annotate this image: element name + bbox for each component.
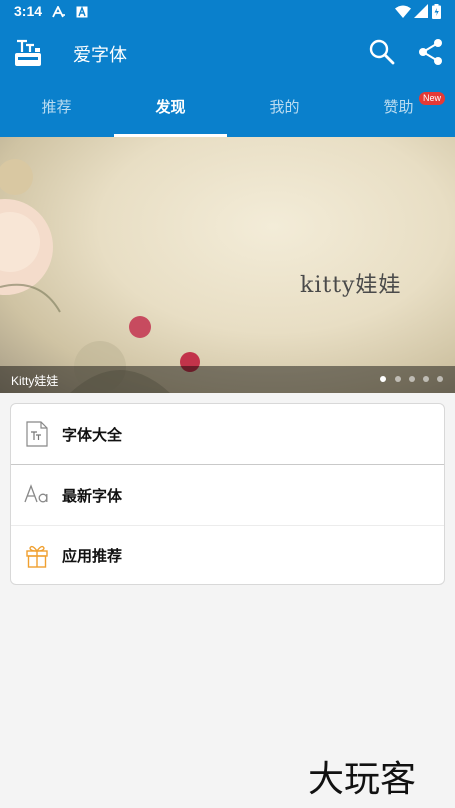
menu-item-all-fonts[interactable]: 字体大全 [11, 404, 444, 464]
tab-mine[interactable]: 我的 [228, 80, 341, 137]
share-icon[interactable] [417, 38, 445, 66]
menu-item-label: 字体大全 [62, 426, 123, 444]
tab-sponsor[interactable]: 赞助 [342, 80, 455, 137]
wifi-icon [395, 5, 411, 18]
carousel-dot-5[interactable] [437, 376, 443, 382]
banner-caption: Kitty娃娃 [11, 374, 59, 388]
tab-discover[interactable]: 发现 [114, 80, 227, 137]
signal-icon [414, 4, 428, 18]
menu-item-new-fonts[interactable]: 最新字体 [11, 465, 444, 525]
carousel-dot-4[interactable] [423, 376, 429, 382]
tab-label: 发现 [155, 98, 186, 116]
banner-art-text: kitty娃娃 [300, 273, 402, 298]
tab-bar: 推荐 发现 我的 赞助 [0, 80, 455, 137]
banner-image [0, 137, 455, 393]
new-badge: New [419, 92, 445, 105]
menu-item-app-recommend[interactable]: 应用推荐 [11, 525, 444, 585]
tab-recommend[interactable]: 推荐 [0, 80, 113, 137]
search-icon[interactable] [368, 38, 396, 66]
gift-icon [26, 545, 48, 568]
discover-menu: 字体大全 最新字体 应用推荐 [10, 403, 445, 585]
banner-caption-bar: Kitty娃娃 [0, 366, 455, 393]
battery-icon [432, 4, 441, 19]
carousel-dot-2[interactable] [395, 376, 401, 382]
a-icon [52, 6, 65, 18]
tab-label: 我的 [269, 98, 300, 116]
a-box-icon [76, 6, 88, 18]
app-title: 爱字体 [73, 45, 127, 66]
aa-icon [24, 484, 48, 503]
carousel-dot-1[interactable] [380, 376, 386, 382]
status-bar: 3:14 [0, 0, 455, 24]
font-tt-icon [26, 421, 48, 447]
menu-item-label: 应用推荐 [62, 547, 123, 565]
menu-item-label: 最新字体 [62, 487, 123, 505]
tab-label: 赞助 [383, 98, 414, 116]
tab-label: 推荐 [41, 98, 72, 116]
banner-carousel[interactable]: kitty娃娃 Kitty娃娃 [0, 137, 455, 393]
status-time: 3:14 [14, 3, 43, 19]
watermark: 大玩客 [308, 759, 417, 800]
app-logo-icon [15, 39, 41, 66]
carousel-dot-3[interactable] [409, 376, 415, 382]
app-bar: 爱字体 [0, 24, 455, 80]
